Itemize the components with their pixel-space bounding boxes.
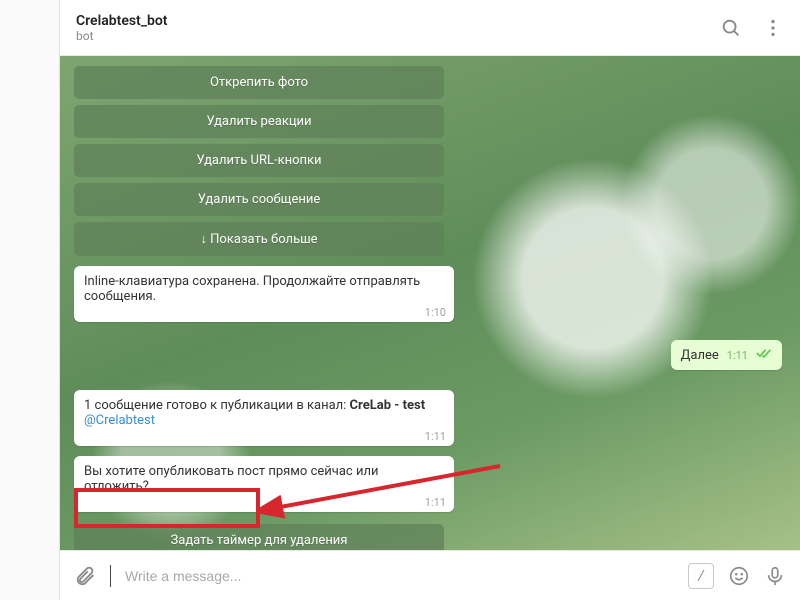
message-time: 1:11	[425, 430, 446, 443]
bot-message: Вы хотите опубликовать пост прямо сейчас…	[74, 456, 454, 512]
message-input[interactable]	[125, 551, 674, 600]
more-icon[interactable]	[762, 17, 784, 39]
left-sidebar	[0, 0, 60, 600]
message-time: 1:10	[425, 306, 446, 319]
microphone-icon[interactable]	[764, 565, 786, 587]
chat-title: Crelabtest_bot	[76, 13, 720, 29]
chat-subtitle: bot	[76, 29, 720, 43]
search-icon[interactable]	[720, 17, 742, 39]
command-icon[interactable]: /	[688, 563, 714, 589]
message-text: 1 сообщение готово к публикации в канал:…	[84, 398, 425, 428]
kb-delete-reactions[interactable]: Удалить реакции	[74, 105, 444, 138]
emoji-icon[interactable]	[728, 565, 750, 587]
kb-delete-message[interactable]: Удалить сообщение	[74, 183, 444, 216]
message-text: Вы хотите опубликовать пост прямо сейчас…	[84, 464, 378, 494]
read-checks-icon	[756, 347, 772, 363]
kb-show-more[interactable]: ↓ Показать больше	[74, 222, 444, 256]
chat-window: Crelabtest_bot bot Открепить фото Удалит…	[60, 0, 800, 600]
chat-area[interactable]: Открепить фото Удалить реакции Удалить U…	[60, 56, 800, 550]
message-composer: /	[60, 550, 800, 600]
message-text: Далее	[681, 348, 719, 363]
bot-message: 1 сообщение готово к публикации в канал:…	[74, 390, 454, 446]
kb-set-delete-timer[interactable]: Задать таймер для удаления	[74, 524, 444, 550]
header-titles[interactable]: Crelabtest_bot bot	[76, 13, 720, 43]
user-message: Далее 1:11	[671, 340, 782, 370]
kb-delete-url-buttons[interactable]: Удалить URL-кнопки	[74, 144, 444, 177]
attach-icon[interactable]	[74, 565, 96, 587]
message-time: 1:11	[425, 496, 446, 509]
text-cursor	[110, 565, 111, 587]
channel-link[interactable]: @Crelabtest	[84, 413, 155, 428]
kb-unpin-photo[interactable]: Открепить фото	[74, 66, 444, 99]
bot-message: Inline-клавиатура сохранена. Продолжайте…	[74, 266, 454, 322]
message-time: 1:11	[727, 349, 748, 362]
chat-header: Crelabtest_bot bot	[60, 0, 800, 56]
message-text: Inline-клавиатура сохранена. Продолжайте…	[84, 274, 420, 304]
